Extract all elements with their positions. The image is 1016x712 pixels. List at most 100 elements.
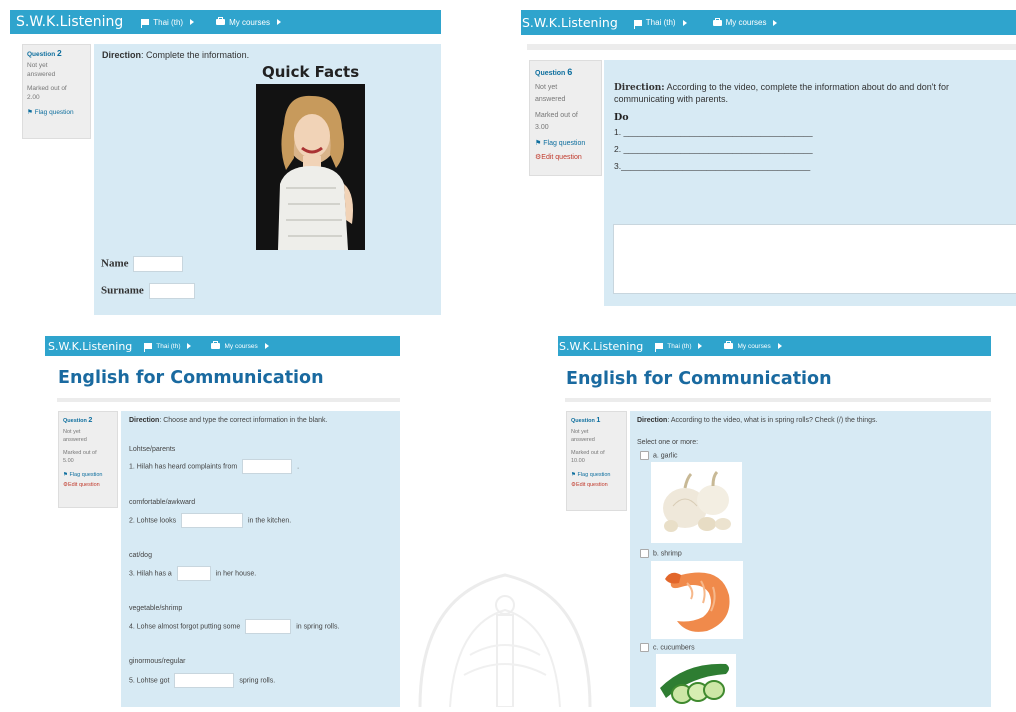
brand-link[interactable]: S.W.K.Listening [522,15,618,30]
singer-photo [256,84,365,250]
blank-sentence: 5. Lohtse got spring rolls. [129,673,275,688]
checkbox-icon[interactable] [640,643,649,652]
panel-do-dont: S.W.K.Listening Thai (th) My courses Que… [521,10,1016,315]
blank-sentence: 2. Lohtse looks in the kitchen. [129,513,291,528]
select-hint: Select one or more: [637,439,699,446]
checkbox-icon[interactable] [640,451,649,460]
language-menu[interactable]: Thai (th) [144,343,192,352]
language-menu[interactable]: Thai (th) [655,343,703,352]
navbar: S.W.K.Listening Thai (th) My courses [558,336,991,356]
edit-question-link[interactable]: ⚙Edit question [535,152,596,164]
separator [57,398,400,402]
flag-question-link[interactable]: ⚑ Flag question [27,108,86,117]
answer-line-2: 2. _____________________________________… [614,144,813,154]
answer-line-1: 1. _____________________________________… [614,127,813,137]
question-content: Direction: Complete the information. Qui… [94,44,441,315]
separator [565,398,991,402]
options-hint: ginormous/regular [129,658,186,665]
question-number: Question 2 [63,416,93,424]
panel-choose-type: S.W.K.Listening Thai (th) My courses Eng… [45,336,400,707]
flag-icon [655,343,664,352]
question-marks: Marked out of 10.00 [571,449,605,465]
direction-text: Direction: According to the video, what … [637,417,878,424]
my-courses-menu[interactable]: My courses [216,17,281,27]
briefcase-icon [211,341,221,349]
caret-right-icon [187,343,192,349]
blank-input[interactable] [174,673,235,688]
edit-question-link[interactable]: ⚙Edit question [571,481,622,490]
brand-link[interactable]: S.W.K.Listening [16,14,123,30]
question-content: Direction: According to the video, compl… [604,60,1016,306]
navbar: S.W.K.Listening Thai (th) My courses [45,336,400,356]
blank-sentence: 3. Hilah has a in her house. [129,566,256,581]
flag-icon [633,19,642,29]
briefcase-icon [712,17,722,26]
panel-spring-rolls: S.W.K.Listening Thai (th) My courses Eng… [558,336,991,707]
seal-watermark [400,535,610,708]
choice-garlic[interactable]: a. garlic [640,451,678,460]
choice-cucumbers[interactable]: c. cucumbers [640,643,695,652]
question-info: Question 2 Not yet answered Marked out o… [22,44,91,139]
question-status: Not yet answered [571,428,595,444]
surname-field-row: Surname [101,283,195,299]
quick-facts-heading: Quick Facts [262,63,360,81]
caret-right-icon [777,343,782,349]
caret-right-icon [190,19,195,25]
briefcase-icon [724,341,734,349]
page-title: English for Communication [58,368,324,388]
question-marks: Marked out of 2.00 [27,85,67,101]
blank-input[interactable] [176,566,211,581]
direction-text: Direction: Complete the information. [102,50,250,60]
answer-line-3: 3.______________________________________… [614,161,811,171]
answer-textarea[interactable] [613,224,1016,294]
question-info: Question 2 Not yet answered Marked out o… [58,411,118,508]
question-marks: Marked out of 3.00 [535,112,578,131]
question-info: Question 1 Not yet answered Marked out o… [566,411,627,511]
surname-input[interactable] [148,283,195,299]
checkbox-icon[interactable] [640,549,649,558]
my-courses-menu[interactable]: My courses [211,341,269,350]
name-input[interactable] [133,256,184,272]
cucumber-image [656,654,736,707]
brand-link[interactable]: S.W.K.Listening [559,340,643,353]
my-courses-menu[interactable]: My courses [724,341,782,350]
question-info: Question 6 Not yet answered Marked out o… [529,60,602,176]
language-menu[interactable]: Thai (th) [633,18,687,29]
direction-text: Direction: Choose and type the correct i… [129,417,328,424]
blank-input[interactable] [181,513,244,528]
name-field-row: Name [101,256,184,272]
do-label: Do [614,112,629,123]
navbar: S.W.K.Listening Thai (th) My courses [521,10,1016,35]
brand-link[interactable]: S.W.K.Listening [48,340,132,353]
panel-quick-facts: S.W.K.Listening Thai (th) My courses Que… [10,10,441,315]
caret-right-icon [276,19,281,25]
options-hint: Lohtse/parents [129,446,176,453]
question-number: Question 2 [27,48,62,59]
blank-input[interactable] [245,619,292,634]
blank-input[interactable] [242,459,293,474]
blank-sentence: 4. Lohse almost forgot putting some in s… [129,619,339,634]
flag-question-link[interactable]: ⚑ Flag question [571,471,622,480]
flag-icon [144,343,153,352]
question-status: Not yet answered [63,428,87,444]
question-content: Direction: According to the video, what … [630,411,991,707]
flag-question-link[interactable]: ⚑ Flag question [535,138,596,150]
name-label: Name [101,257,129,270]
edit-question-link[interactable]: ⚙Edit question [63,481,113,490]
flag-question-link[interactable]: ⚑ Flag question [63,471,113,480]
surname-label: Surname [101,284,144,297]
caret-right-icon [264,343,269,349]
navbar: S.W.K.Listening Thai (th) My courses [10,10,441,34]
blank-sentence: 1. Hilah has heard complaints from . [129,459,299,474]
briefcase-icon [216,17,226,25]
flag-icon [141,19,150,28]
my-courses-menu[interactable]: My courses [712,17,778,27]
options-hint: comfortable/awkward [129,499,196,506]
caret-right-icon [698,343,703,349]
question-marks: Marked out of 5.00 [63,449,97,465]
language-menu[interactable]: Thai (th) [141,18,195,28]
choice-shrimp[interactable]: b. shrimp [640,549,682,558]
question-number: Question 6 [535,67,573,77]
question-status: Not yet answered [27,62,56,78]
question-content: Direction: Choose and type the correct i… [121,411,400,707]
